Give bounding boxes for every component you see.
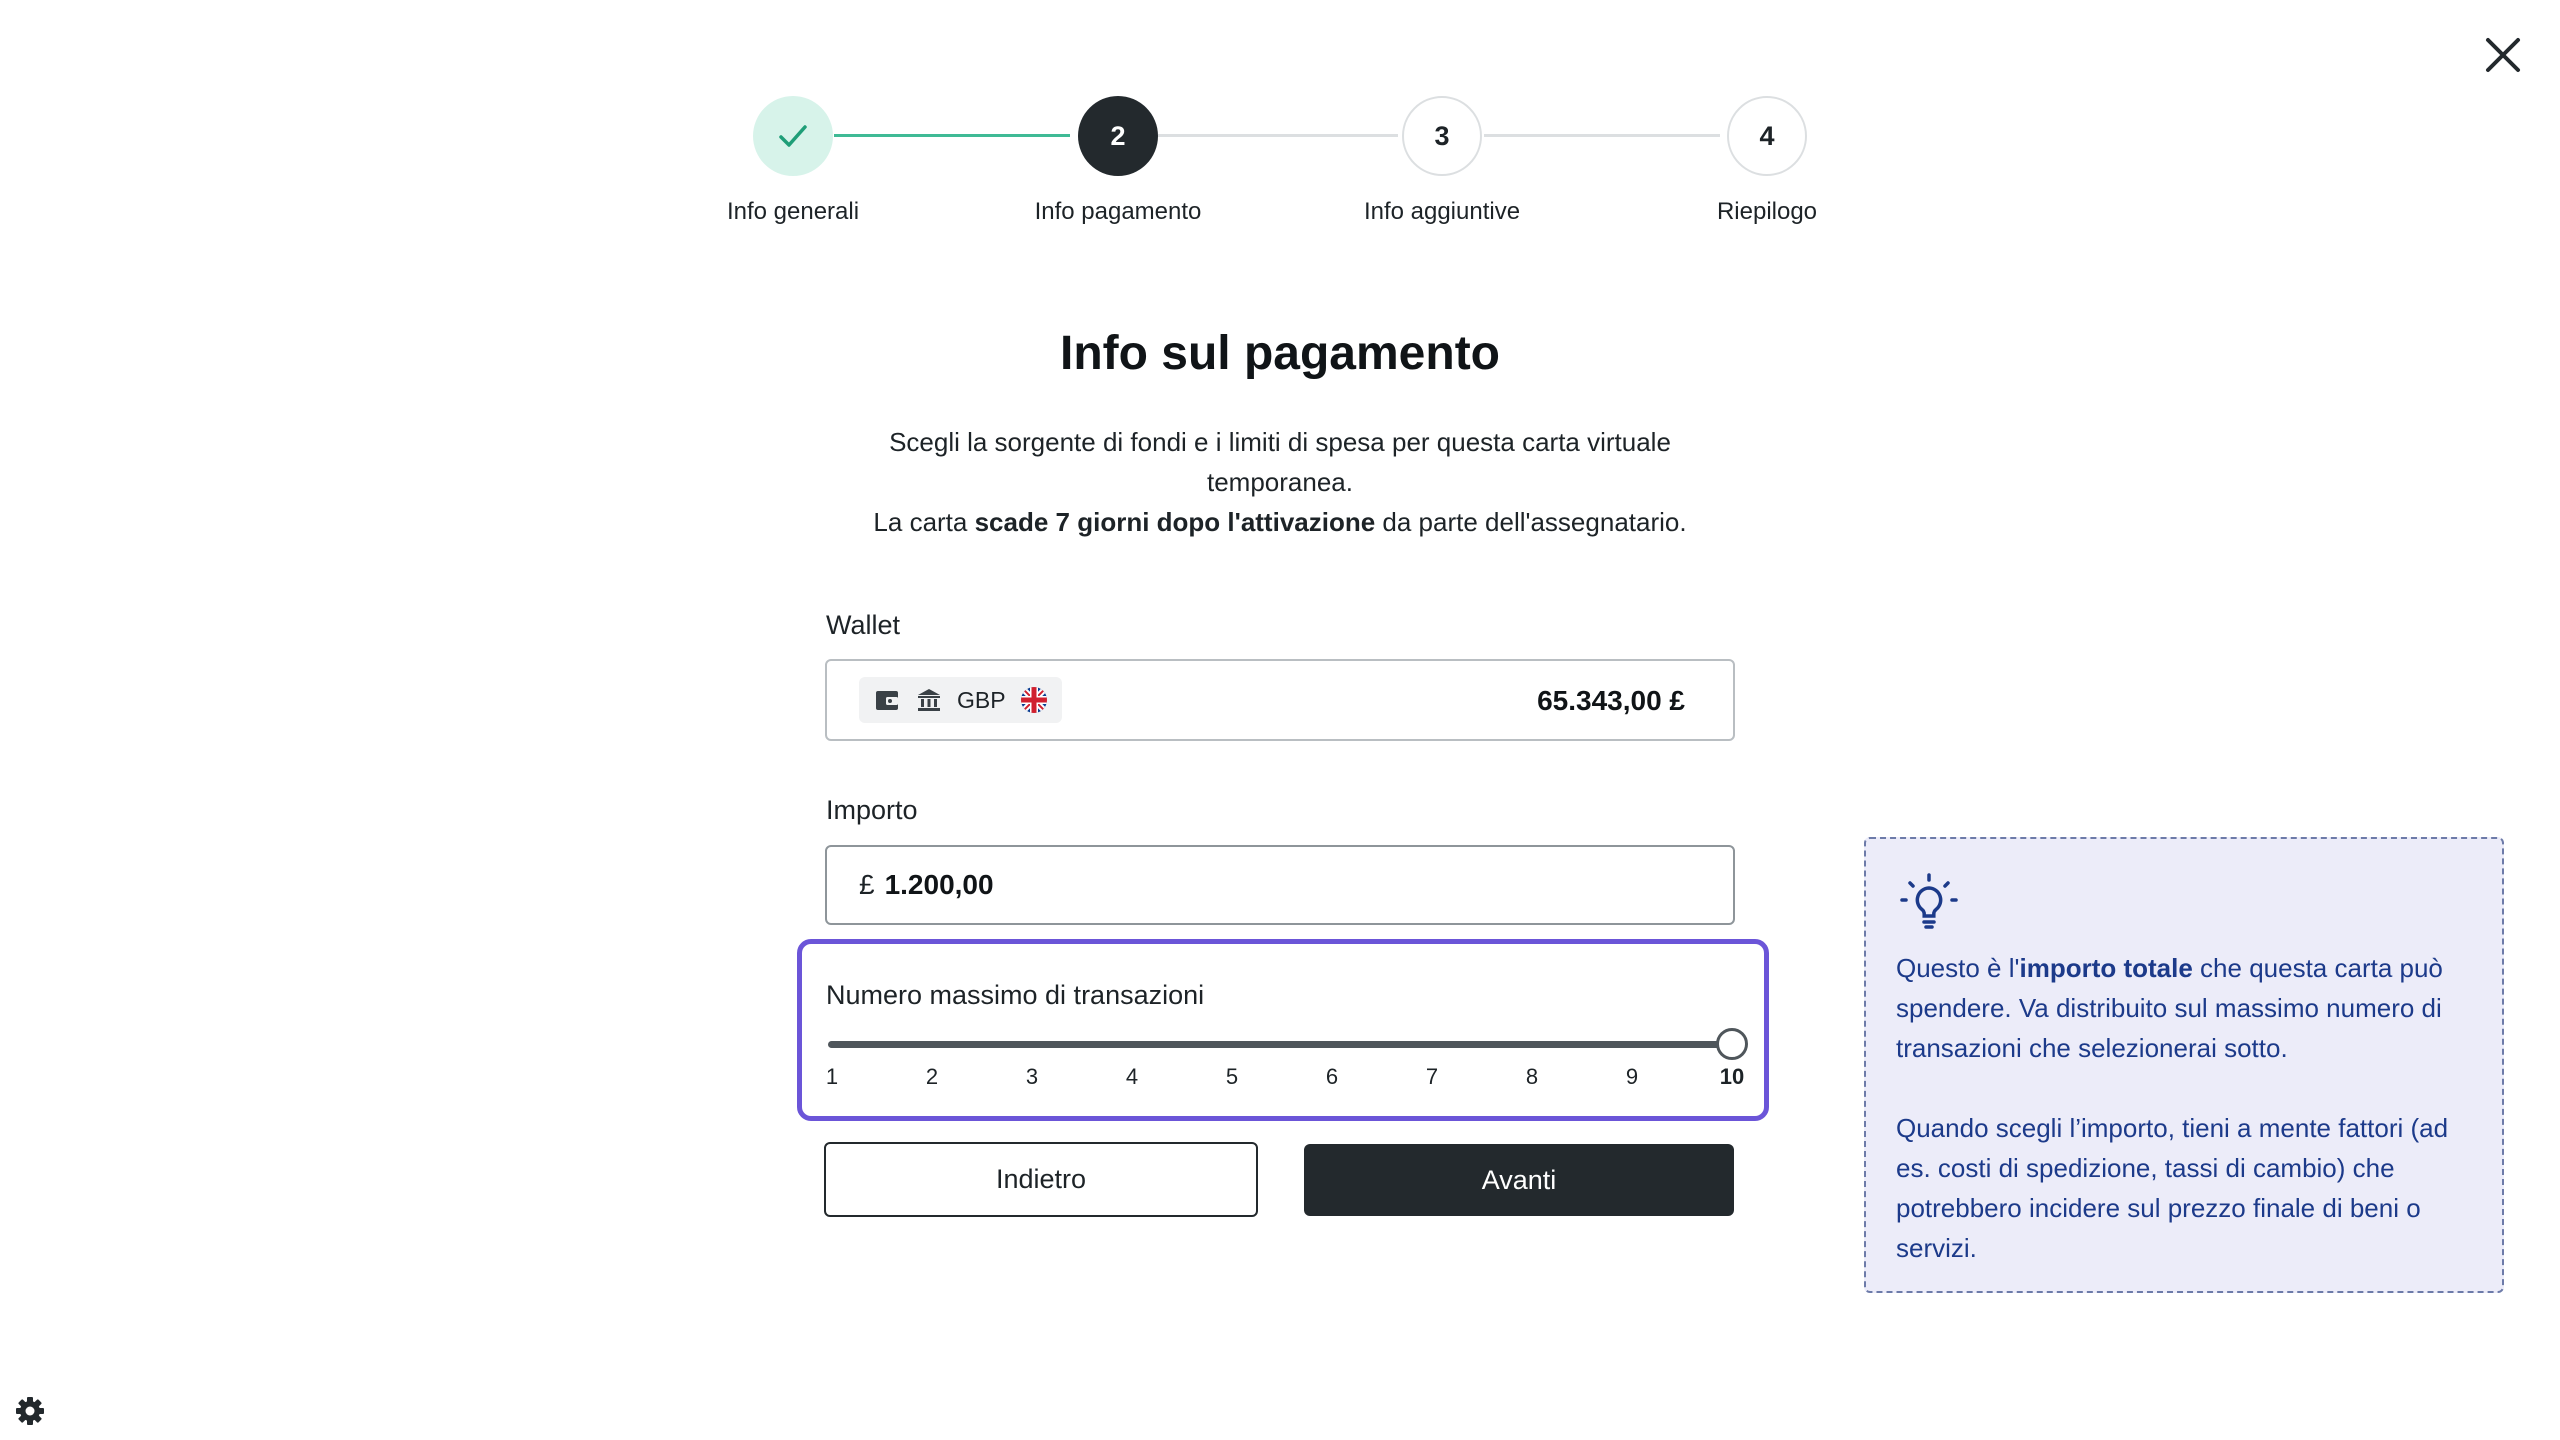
slider-tick-7[interactable]: 7	[1426, 1064, 1438, 1090]
info-text: Questo è l'	[1896, 953, 2020, 983]
slider-tick-10[interactable]: 10	[1720, 1064, 1744, 1090]
step-1-indicator[interactable]	[753, 96, 833, 176]
step-3-indicator: 3	[1402, 96, 1482, 176]
step-connector	[1484, 134, 1720, 137]
step-4-label: Riepilogo	[1716, 198, 1818, 225]
wallet-icon	[876, 691, 898, 710]
slider-tick-6[interactable]: 6	[1326, 1064, 1338, 1090]
step-4-indicator: 4	[1727, 96, 1807, 176]
step-2-label: Info pagamento	[1034, 198, 1202, 225]
step-2-indicator: 2	[1078, 96, 1158, 176]
step-connector-done	[834, 134, 1070, 137]
description-text: La carta	[873, 507, 975, 537]
wallet-chip: GBP	[859, 677, 1062, 723]
slider-tick-5[interactable]: 5	[1226, 1064, 1238, 1090]
amount-value: 1.200,00	[884, 869, 994, 900]
max-transactions-label: Numero massimo di transazioni	[826, 980, 1205, 1010]
max-transactions-field: Numero massimo di transazioni 1 2 3 4 5 6 7 8 9 1…	[797, 939, 1769, 1121]
slider-thumb[interactable]	[1716, 1028, 1748, 1060]
wallet-select[interactable]: GBP 65.343,00 £	[825, 659, 1735, 741]
wallet-label: Wallet	[826, 610, 901, 640]
next-button[interactable]: Avanti	[1304, 1144, 1734, 1216]
page-title: Info sul pagamento	[1059, 327, 1500, 380]
slider-tick-9[interactable]: 9	[1626, 1064, 1638, 1090]
info-panel: Questo è l'importo totale che questa car…	[1864, 837, 2504, 1293]
description-line-1: Scegli la sorgente di fondi e i limiti d…	[889, 427, 1671, 497]
slider-track[interactable]	[828, 1041, 1734, 1048]
back-button[interactable]: Indietro	[824, 1142, 1258, 1217]
gear-icon	[16, 1397, 44, 1425]
amount-label: Importo	[826, 795, 918, 825]
lightbulb-icon	[1900, 873, 1958, 929]
slider-tick-2[interactable]: 2	[926, 1064, 938, 1090]
uk-flag-icon	[1020, 687, 1047, 713]
wallet-balance: 65.343,00 £	[1537, 685, 1685, 716]
description-text: da parte dell'assegnatario.	[1375, 507, 1687, 537]
bank-icon	[918, 689, 940, 711]
step-connector	[1158, 134, 1398, 137]
check-icon	[779, 125, 807, 147]
step-1-label: Info generali	[726, 198, 860, 225]
page-description: Scegli la sorgente di fondi e i limiti d…	[820, 422, 1740, 542]
amount-input[interactable]: £ 1.200,00	[825, 845, 1735, 925]
description-line-2: La carta scade 7 giorni dopo l'attivazio…	[820, 502, 1740, 542]
description-emphasis: scade 7 giorni dopo l'attivazione	[974, 507, 1376, 537]
slider-tick-1[interactable]: 1	[826, 1064, 838, 1090]
stepper: 2 3 4 Info generali Info pagamento Info …	[0, 0, 2560, 240]
slider-tick-3[interactable]: 3	[1026, 1064, 1038, 1090]
amount-currency-symbol: £	[859, 869, 875, 900]
slider-tick-8[interactable]: 8	[1526, 1064, 1538, 1090]
slider-tick-4[interactable]: 4	[1126, 1064, 1138, 1090]
info-paragraph-1: Questo è l'importo totale che questa car…	[1896, 948, 2472, 1068]
info-emphasis: importo totale	[2019, 953, 2193, 983]
wallet-currency: GBP	[957, 686, 1006, 713]
info-paragraph-2: Quando scegli l’importo, tieni a mente f…	[1896, 1113, 2449, 1263]
step-3-label: Info aggiuntive	[1363, 198, 1521, 225]
settings-button[interactable]	[14, 1395, 46, 1427]
